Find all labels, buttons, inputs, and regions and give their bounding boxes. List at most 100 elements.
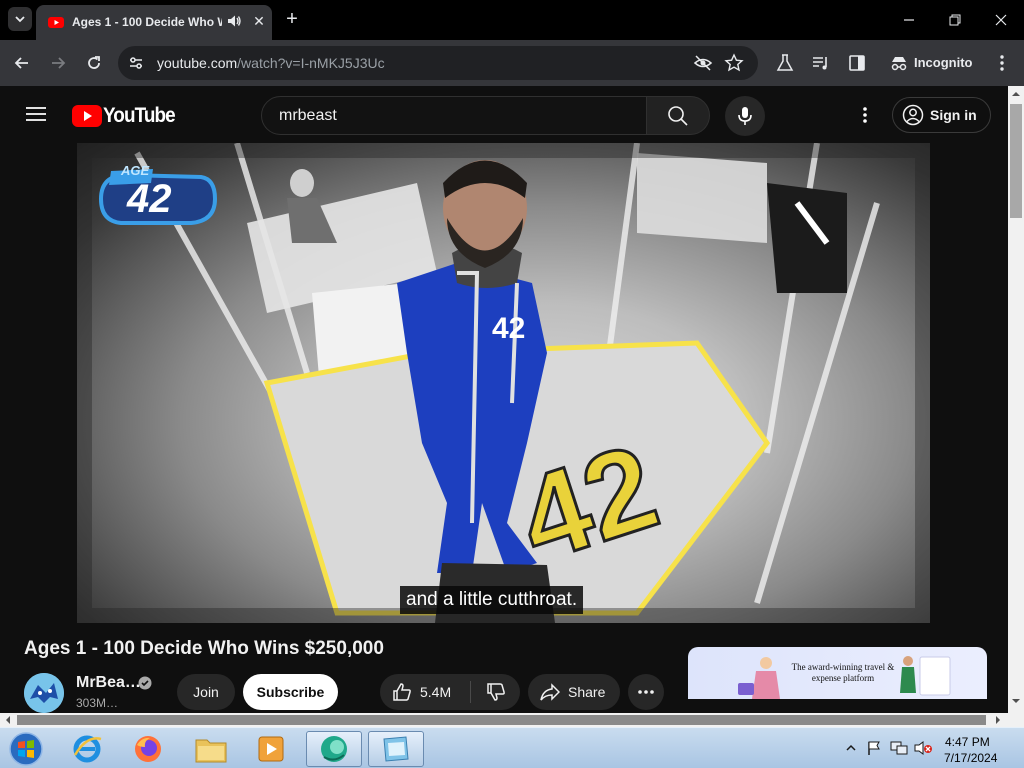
incognito-icon (891, 57, 907, 71)
microphone-icon (738, 107, 752, 125)
minimize-icon (904, 19, 914, 21)
mrbeast-logo-icon (24, 673, 64, 713)
share-arrow-icon (540, 683, 560, 701)
labs-flask-icon[interactable] (775, 53, 795, 73)
youtube-wordmark[interactable]: YouTube (103, 104, 176, 128)
url-text[interactable]: youtube.com/watch?v=I-nMKJ5J3Uc (157, 55, 385, 71)
verified-badge-icon (138, 676, 152, 690)
speaker-icon[interactable] (226, 13, 242, 29)
search-input[interactable]: mrbeast (261, 96, 647, 135)
account-circle-icon (902, 104, 924, 126)
close-window-button[interactable] (986, 8, 1016, 32)
scroll-right-arrow-icon[interactable] (994, 716, 1002, 724)
tab-search-button[interactable] (8, 7, 32, 31)
incognito-label[interactable]: Incognito (914, 55, 973, 70)
eye-off-icon[interactable] (693, 53, 713, 73)
volume-muted-icon[interactable] (914, 740, 934, 756)
ad-text: The award-winning travel & expense platf… (791, 662, 895, 683)
like-button[interactable]: 5.4M (380, 674, 470, 710)
reload-button[interactable] (82, 51, 106, 75)
kebab-menu-icon[interactable] (992, 53, 1012, 73)
video-player[interactable]: 42 42 AGE 42 and a little cutthroat. (77, 143, 930, 623)
site-info-button[interactable] (124, 51, 148, 75)
channel-avatar[interactable] (24, 673, 64, 713)
reload-icon (88, 56, 100, 69)
youtube-logo-icon[interactable] (72, 105, 104, 127)
ad-illustration-right (900, 656, 951, 696)
media-player-icon (258, 736, 284, 762)
side-panel-icon[interactable] (847, 53, 867, 73)
url-host: youtube.com (157, 55, 238, 71)
share-button[interactable]: Share (528, 674, 620, 710)
clock-date[interactable]: 7/17/2024 (944, 751, 997, 765)
join-button[interactable]: Join (177, 674, 235, 710)
forward-button[interactable] (46, 51, 70, 75)
more-actions-button[interactable] (628, 674, 664, 710)
back-button[interactable] (10, 51, 34, 75)
taskbar-internet-explorer[interactable] (59, 731, 115, 767)
horizontal-scrollbar[interactable] (0, 713, 1024, 727)
horizontal-scroll-thumb[interactable] (17, 715, 986, 725)
channel-name[interactable]: MrBea… (76, 674, 141, 692)
bookmark-star-icon[interactable] (724, 53, 744, 73)
action-center-flag-icon[interactable] (866, 740, 882, 756)
kebab-menu-icon (863, 107, 867, 123)
scroll-left-arrow-icon[interactable] (4, 716, 12, 724)
vertical-scrollbar[interactable] (1008, 86, 1024, 713)
age-badge-label: AGE (121, 163, 150, 178)
subscribe-button[interactable]: Subscribe (243, 674, 338, 710)
vertical-scroll-thumb[interactable] (1010, 104, 1022, 218)
arrow-left-icon (14, 57, 28, 69)
search-button[interactable] (646, 96, 710, 135)
windows-taskbar: 4:47 PM 7/17/2024 (0, 727, 1024, 768)
like-count: 5.4M (420, 684, 452, 700)
thumbs-down-icon (486, 683, 505, 701)
browser-tab[interactable]: Ages 1 - 100 Decide Who Wins $250,000 - … (36, 5, 272, 40)
tune-icon (130, 57, 142, 69)
video-title: Ages 1 - 100 Decide Who Wins $250,000 (24, 638, 384, 659)
arrow-right-icon (52, 57, 66, 69)
new-tab-button[interactable]: + (282, 8, 302, 30)
close-tab-icon[interactable]: ✕ (251, 13, 267, 29)
taskbar-media-player[interactable] (243, 731, 299, 767)
subscriber-count: 303M… (76, 696, 119, 710)
internet-explorer-icon (73, 735, 102, 763)
sign-in-label: Sign in (930, 107, 977, 123)
tab-strip: Ages 1 - 100 Decide Who Wins $250,000 - … (0, 0, 1024, 40)
svg-text:42: 42 (492, 312, 525, 345)
thumbs-up-icon (393, 683, 411, 701)
more-horizontal-icon (638, 690, 654, 694)
taskbar-chrome-app[interactable] (306, 731, 362, 767)
media-controls-icon[interactable] (811, 53, 831, 73)
settings-menu-button[interactable] (854, 104, 876, 126)
chevron-down-icon (15, 16, 25, 23)
age-badge-number: 42 (127, 177, 172, 221)
hamburger-menu-icon[interactable] (26, 106, 46, 122)
dislike-button[interactable] (471, 674, 520, 710)
video-caption: and a little cutthroat. (400, 586, 584, 614)
youtube-page: YouTube mrbeast Sign in 42 42 AGE 42 and… (0, 86, 1008, 713)
ad-illustration (738, 657, 780, 699)
scroll-up-arrow-icon[interactable] (1012, 90, 1020, 98)
search-query: mrbeast (279, 107, 337, 124)
sponsored-ad-banner[interactable]: The award-winning travel & expense platf… (688, 647, 987, 699)
minimize-button[interactable] (894, 8, 924, 32)
folder-icon (195, 739, 227, 763)
restore-icon (949, 14, 961, 26)
taskbar-window-app[interactable] (368, 731, 424, 767)
scroll-down-arrow-icon[interactable] (1012, 697, 1020, 705)
network-icon[interactable] (890, 740, 908, 756)
sign-in-button[interactable]: Sign in (892, 97, 991, 133)
share-label: Share (568, 684, 606, 700)
restore-button[interactable] (940, 8, 970, 32)
address-bar[interactable]: youtube.com/watch?v=I-nMKJ5J3Uc (118, 46, 758, 80)
url-path: /watch?v=I-nMKJ5J3Uc (237, 55, 385, 71)
voice-search-button[interactable] (725, 96, 765, 136)
show-hidden-icons-icon[interactable] (846, 743, 856, 753)
taskbar-firefox[interactable] (120, 731, 176, 767)
start-button[interactable] (0, 731, 52, 767)
clock-time[interactable]: 4:47 PM (945, 735, 990, 749)
taskbar-file-explorer[interactable] (183, 731, 239, 767)
app-circle-icon (321, 736, 347, 762)
youtube-favicon-icon (48, 17, 64, 28)
